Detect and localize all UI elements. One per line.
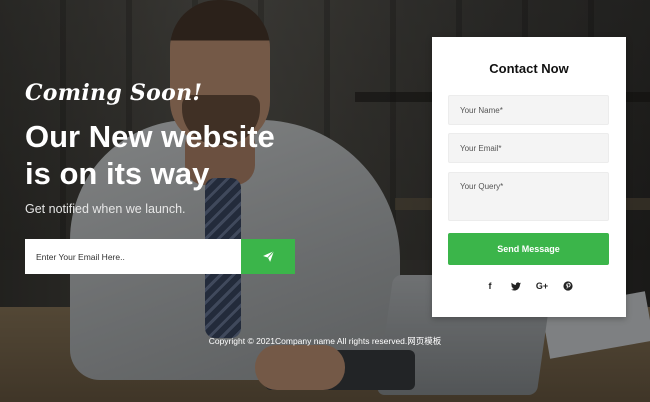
social-links: f G+ bbox=[432, 280, 626, 292]
subscribe-submit-button[interactable] bbox=[241, 239, 295, 274]
facebook-icon[interactable]: f bbox=[484, 280, 496, 292]
copyright-text: Copyright © 2021Company name All rights … bbox=[208, 336, 442, 346]
page-headline: Our New website is on its way bbox=[25, 118, 385, 192]
contact-card: Contact Now Send Message f G+ bbox=[432, 37, 626, 317]
coming-soon-heading: Coming Soon! bbox=[25, 80, 203, 106]
headline-line-1: Our New website bbox=[25, 119, 275, 154]
headline-line-2: is on its way bbox=[25, 156, 210, 191]
subscribe-form bbox=[25, 239, 295, 274]
query-field[interactable] bbox=[448, 172, 609, 221]
pinterest-icon[interactable] bbox=[562, 280, 574, 292]
hero-section: Coming Soon! Our New website is on its w… bbox=[25, 80, 385, 216]
google-plus-icon[interactable]: G+ bbox=[536, 280, 548, 292]
email-field[interactable] bbox=[448, 133, 609, 163]
name-field[interactable] bbox=[448, 95, 609, 125]
subscribe-email-input[interactable] bbox=[25, 239, 241, 274]
twitter-icon[interactable] bbox=[510, 280, 522, 292]
contact-card-title: Contact Now bbox=[489, 61, 569, 76]
send-message-button[interactable]: Send Message bbox=[448, 233, 609, 265]
paper-plane-icon bbox=[262, 250, 274, 262]
hero-subtext: Get notified when we launch. bbox=[25, 202, 186, 216]
